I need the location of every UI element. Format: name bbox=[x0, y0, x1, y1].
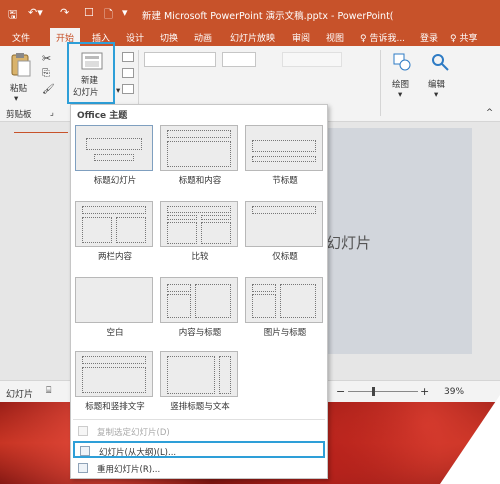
new-slide-button[interactable]: 新建 幻灯片 bbox=[67, 42, 115, 104]
sign-in-link[interactable]: 登录 bbox=[420, 31, 438, 44]
layout-name: 空白 bbox=[106, 328, 124, 338]
slide-indicator: 幻灯片 bbox=[6, 390, 34, 400]
touch-mode-icon[interactable]: ☐ bbox=[84, 6, 94, 19]
duplicate-slides-item[interactable]: 复制选定幻灯片(D) bbox=[73, 423, 325, 440]
section-icon[interactable] bbox=[122, 84, 134, 94]
zoom-out-button[interactable]: − bbox=[336, 385, 345, 398]
zoom-slider[interactable] bbox=[348, 391, 418, 392]
new-slide-label-1: 新建 bbox=[81, 76, 99, 86]
paste-button[interactable] bbox=[8, 52, 34, 80]
layout-section-header[interactable]: 节标题 bbox=[245, 125, 325, 186]
slide-title-placeholder[interactable]: 幻灯片 bbox=[326, 232, 371, 253]
new-slide-icon bbox=[81, 52, 103, 70]
powerpoint-window: 🖫 ↶▾ ↷ ☐ 🗋 ▾ 新建 Microsoft PowerPoint 演示文… bbox=[0, 0, 500, 484]
outline-icon bbox=[80, 446, 90, 456]
layout-two-content[interactable]: 两栏内容 bbox=[75, 201, 155, 262]
clipboard-icon bbox=[11, 53, 31, 77]
layout-vertical-title-text[interactable]: 竖排标题与文本 bbox=[160, 351, 240, 412]
layout-comparison[interactable]: 比较 bbox=[160, 201, 240, 262]
format-painter-icon[interactable]: 🖌 bbox=[42, 84, 55, 95]
new-file-icon[interactable]: 🗋 bbox=[104, 6, 113, 25]
page-curl bbox=[440, 395, 500, 484]
layout-picture-caption[interactable]: 图片与标题 bbox=[245, 277, 325, 338]
edit-search-icon[interactable] bbox=[430, 52, 450, 72]
duplicate-icon bbox=[78, 426, 88, 436]
save-icon[interactable]: 🖫 bbox=[8, 6, 17, 25]
layout-name: 比较 bbox=[191, 252, 209, 262]
new-slide-label-2: 幻灯片 bbox=[73, 88, 99, 98]
tab-slideshow[interactable]: 幻灯片放映 bbox=[230, 31, 275, 44]
paste-dropdown-icon[interactable]: ▾ bbox=[14, 94, 18, 104]
layout-name: 标题幻灯片 bbox=[93, 176, 137, 186]
layout-name: 标题和内容 bbox=[178, 176, 222, 186]
layout-name: 竖排标题与文本 bbox=[170, 402, 230, 412]
tab-view[interactable]: 视图 bbox=[326, 31, 344, 44]
share-button[interactable]: ♀ 共享 bbox=[450, 31, 477, 44]
layout-title-vertical-text[interactable]: 标题和竖排文字 bbox=[75, 351, 155, 412]
cut-icon[interactable]: ✂ bbox=[42, 52, 51, 65]
font-name-combo[interactable] bbox=[144, 52, 216, 67]
thumbnail-marker bbox=[14, 132, 68, 133]
tab-design[interactable]: 设计 bbox=[126, 31, 144, 44]
redo-icon[interactable]: ↷ bbox=[60, 6, 69, 19]
layout-name: 节标题 bbox=[272, 176, 298, 186]
group-divider bbox=[380, 50, 381, 116]
reset-icon[interactable] bbox=[122, 68, 134, 78]
draw-label[interactable]: 绘图 bbox=[392, 78, 409, 90]
window-title: 新建 Microsoft PowerPoint 演示文稿.pptx - Powe… bbox=[142, 11, 394, 22]
layout-title-content[interactable]: 标题和内容 bbox=[160, 125, 240, 186]
reuse-icon bbox=[78, 463, 88, 473]
zoom-slider-thumb[interactable] bbox=[372, 387, 375, 396]
zoom-in-button[interactable]: + bbox=[420, 385, 429, 398]
layout-name: 图片与标题 bbox=[263, 328, 307, 338]
layout-name: 两栏内容 bbox=[97, 252, 132, 262]
shapes-icon[interactable] bbox=[392, 52, 412, 72]
paragraph-controls[interactable] bbox=[282, 52, 342, 67]
layout-title-only[interactable]: 仅标题 bbox=[245, 201, 325, 262]
title-bar: 🖫 ↶▾ ↷ ☐ 🗋 ▾ 新建 Microsoft PowerPoint 演示文… bbox=[0, 0, 500, 28]
layout-blank[interactable]: 空白 bbox=[75, 277, 155, 338]
new-slide-dropdown-icon[interactable]: ▾ bbox=[116, 86, 120, 96]
paste-label: 粘贴 bbox=[10, 84, 28, 94]
reuse-slides-item[interactable]: 重用幻灯片(R)... bbox=[73, 460, 325, 477]
copy-icon[interactable]: ⎘ bbox=[42, 68, 50, 79]
layout-icon[interactable] bbox=[122, 52, 134, 62]
qat-more-icon[interactable]: ▾ bbox=[122, 6, 128, 19]
menu-divider bbox=[73, 419, 325, 420]
tab-file[interactable]: 文件 bbox=[12, 31, 30, 44]
tell-me-search[interactable]: ♀ 告诉我... bbox=[360, 31, 405, 44]
layout-content-caption[interactable]: 内容与标题 bbox=[160, 277, 240, 338]
collapse-ribbon-icon[interactable]: ^ bbox=[486, 108, 493, 118]
layout-name: 内容与标题 bbox=[178, 328, 222, 338]
draw-dropdown-icon[interactable]: ▾ bbox=[398, 90, 402, 100]
font-size-combo[interactable] bbox=[222, 52, 256, 67]
layout-name: 仅标题 bbox=[272, 252, 298, 262]
undo-icon[interactable]: ↶▾ bbox=[28, 6, 43, 19]
layout-name: 标题和竖排文字 bbox=[85, 402, 145, 412]
clipboard-launcher-icon[interactable]: ⌟ bbox=[50, 108, 54, 118]
notes-icon[interactable]: ⌸ bbox=[46, 386, 51, 396]
slides-from-outline-item[interactable]: 幻灯片(从大纲)(L)... bbox=[73, 441, 325, 458]
edit-dropdown-icon[interactable]: ▾ bbox=[434, 90, 438, 100]
clipboard-group-label: 剪贴板 bbox=[6, 110, 32, 120]
edit-label[interactable]: 编辑 bbox=[428, 78, 445, 90]
new-slide-gallery: Office 主题 标题幻灯片 标题和内容 节标题 两栏内容 比较 仅标题 空白… bbox=[70, 104, 328, 479]
layout-title-slide[interactable]: 标题幻灯片 bbox=[75, 125, 155, 186]
tab-transitions[interactable]: 切换 bbox=[160, 31, 178, 44]
gallery-header: Office 主题 bbox=[77, 111, 128, 121]
tab-review[interactable]: 审阅 bbox=[292, 31, 310, 44]
tab-animations[interactable]: 动画 bbox=[194, 31, 212, 44]
